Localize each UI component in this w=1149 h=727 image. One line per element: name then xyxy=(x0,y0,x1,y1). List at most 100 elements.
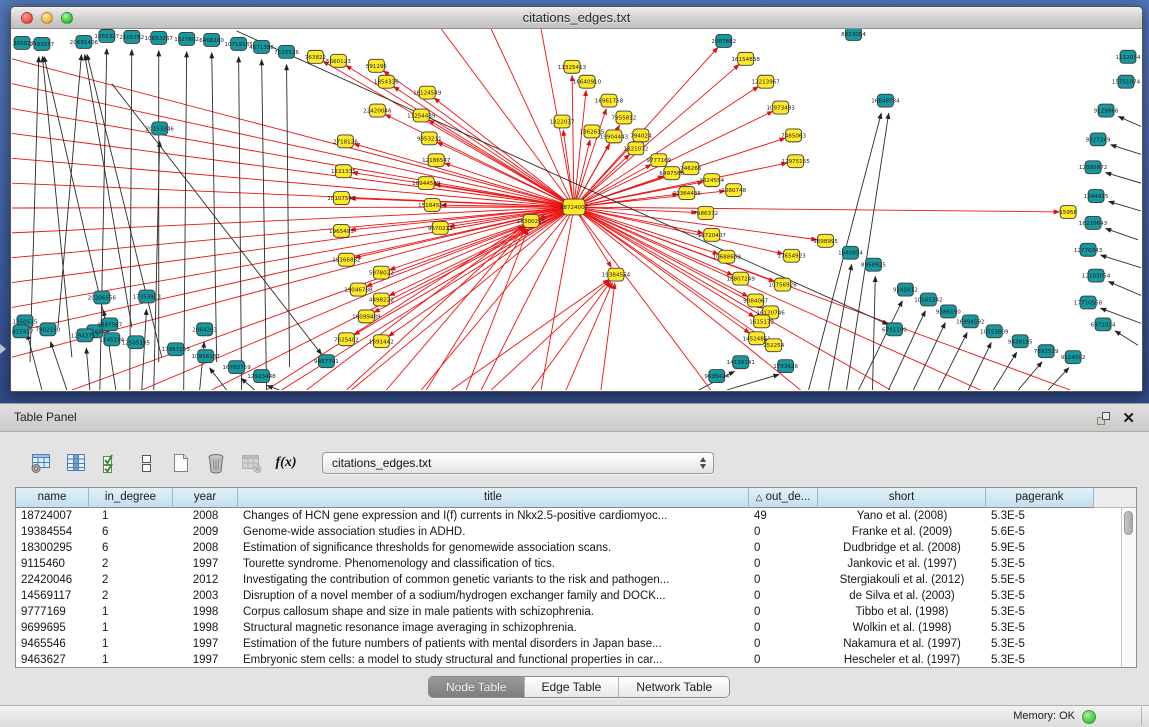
graph-node-17353913[interactable]: 17353913 xyxy=(133,290,162,303)
table-cell[interactable]: 1 xyxy=(89,604,173,620)
table-cell[interactable]: 1997 xyxy=(173,652,238,668)
citation-edge-black[interactable] xyxy=(1018,362,1042,390)
graph-node-16961758[interactable]: 16961758 xyxy=(595,94,624,107)
table-row[interactable]: 977716911998Corpus callosum shape and si… xyxy=(16,604,1136,620)
citation-edge-black[interactable] xyxy=(1111,145,1141,154)
citation-edge-red[interactable] xyxy=(12,207,574,258)
graph-node-9124502[interactable]: 9124502 xyxy=(1061,351,1086,364)
citation-edge-black[interactable] xyxy=(1119,117,1141,127)
citation-edge-black[interactable] xyxy=(51,342,67,390)
graph-node-1640954[interactable]: 1640954 xyxy=(838,246,863,259)
graph-node-17710558[interactable]: 17710558 xyxy=(1074,296,1103,309)
graph-node-21364436[interactable]: 21364436 xyxy=(673,187,702,200)
graph-node-9438195[interactable]: 9438195 xyxy=(1008,335,1033,348)
table-cell[interactable]: 1998 xyxy=(173,620,238,636)
table-cell[interactable]: 1998 xyxy=(173,604,238,620)
show-columns-button[interactable] xyxy=(63,450,89,476)
table-cell[interactable]: 1 xyxy=(89,636,173,652)
table-row[interactable]: 1830029562008Estimation of significance … xyxy=(16,540,1136,556)
citation-edge-black[interactable] xyxy=(968,343,991,390)
graph-node-1854336[interactable]: 1854336 xyxy=(374,75,399,88)
graph-node-10958187[interactable]: 10958187 xyxy=(191,350,220,363)
graph-node-2493557[interactable]: 2493557 xyxy=(30,37,55,50)
column-header-short[interactable]: short xyxy=(818,488,986,508)
function-builder-button[interactable]: f(x) xyxy=(273,450,299,476)
graph-node-16648784[interactable]: 16648784 xyxy=(871,94,900,107)
table-cell[interactable]: 2012 xyxy=(173,572,238,588)
citation-edge-red[interactable] xyxy=(12,207,574,283)
table-cell[interactable]: 5.3E-5 xyxy=(986,508,1094,524)
column-header-out_de[interactable]: △out_de... xyxy=(749,488,818,508)
graph-node-2718126[interactable]: 2718126 xyxy=(333,135,358,148)
graph-node-16640910[interactable]: 16640910 xyxy=(573,75,602,88)
tab-node-table[interactable]: Node Table xyxy=(429,677,525,697)
graph-node-746266[interactable]: 746266 xyxy=(680,162,702,175)
table-cell[interactable]: 9699695 xyxy=(16,620,89,636)
tab-network-table[interactable]: Network Table xyxy=(619,677,729,697)
citation-edge-red[interactable] xyxy=(574,207,1059,212)
citation-edge-red[interactable] xyxy=(306,226,523,390)
table-cell[interactable]: 2008 xyxy=(173,540,238,556)
graph-node-11254439[interactable]: 11254439 xyxy=(407,109,436,122)
delete-table-button[interactable] xyxy=(238,450,264,476)
table-cell[interactable]: 14569117 xyxy=(16,588,89,604)
table-cell[interactable]: 22420046 xyxy=(16,572,89,588)
table-cell[interactable]: 0 xyxy=(749,620,818,636)
graph-node-16994592[interactable]: 16994592 xyxy=(956,315,984,328)
minimize-window-button[interactable] xyxy=(41,12,53,24)
citation-edge-red[interactable] xyxy=(541,207,574,390)
table-row[interactable]: 911546021997Tourette syndrome. Phenomeno… xyxy=(16,556,1136,572)
graph-node-591295[interactable]: 591295 xyxy=(366,59,388,72)
window-titlebar[interactable]: citations_edges.txt xyxy=(11,7,1142,29)
citation-edge-black[interactable] xyxy=(287,65,290,367)
citation-edge-black[interactable] xyxy=(27,334,42,390)
citation-edge-black[interactable] xyxy=(829,265,852,390)
graph-node-1322037[interactable]: 1322037 xyxy=(550,115,575,128)
graph-node-4671358[interactable]: 4671358 xyxy=(249,40,274,53)
graph-node-7485063[interactable]: 7485063 xyxy=(781,129,806,142)
table-cell[interactable]: 5.3E-5 xyxy=(986,636,1094,652)
table-cell[interactable]: 2009 xyxy=(173,524,238,540)
citation-edge-black[interactable] xyxy=(727,375,779,390)
close-panel-icon[interactable]: ✕ xyxy=(1122,412,1135,425)
graph-node-14136141[interactable]: 14136141 xyxy=(727,356,756,369)
citation-edge-red[interactable] xyxy=(574,207,611,267)
table-cell[interactable]: Wolkin et al. (1998) xyxy=(818,620,986,636)
table-mode-button[interactable] xyxy=(28,450,54,476)
zoom-window-button[interactable] xyxy=(61,12,73,24)
table-cell[interactable]: 18724007 xyxy=(16,508,89,524)
citation-edge-black[interactable] xyxy=(872,277,875,390)
citation-edge-black[interactable] xyxy=(1101,255,1141,267)
table-cell[interactable]: 5.3E-5 xyxy=(986,620,1094,636)
graph-node-12213967[interactable]: 12213967 xyxy=(751,75,780,88)
table-cell[interactable]: 0 xyxy=(749,604,818,620)
graph-node-1112054[interactable]: 1112054 xyxy=(1116,50,1141,63)
table-cell[interactable]: Changes of HCN gene expression and I(f) … xyxy=(238,508,749,524)
graph-node-1527602[interactable]: 1527602 xyxy=(174,32,199,45)
citation-edge-black[interactable] xyxy=(241,378,254,390)
citation-edge-red[interactable] xyxy=(12,207,574,208)
graph-node-2064203[interactable]: 2064203 xyxy=(192,323,217,336)
table-row[interactable]: 1938455462009Genome-wide association stu… xyxy=(16,524,1136,540)
panel-collapse-arrow-icon[interactable] xyxy=(0,344,6,354)
column-header-name[interactable]: name xyxy=(16,488,89,508)
table-cell[interactable]: Nakamura et al. (1997) xyxy=(818,636,986,652)
graph-node-18724007[interactable]: 18724007 xyxy=(560,199,589,215)
table-cell[interactable]: 5.6E-5 xyxy=(986,524,1094,540)
close-window-button[interactable] xyxy=(21,12,33,24)
clear-selection-button[interactable] xyxy=(133,450,159,476)
table-cell[interactable]: 9463627 xyxy=(16,652,89,668)
graph-node-1965491[interactable]: 1965491 xyxy=(329,224,354,237)
scrollbar-thumb[interactable] xyxy=(1124,511,1133,535)
citation-edge-red[interactable] xyxy=(531,282,611,390)
delete-column-button[interactable] xyxy=(203,450,229,476)
graph-node-11325413[interactable]: 11325413 xyxy=(558,60,587,73)
table-cell[interactable]: 0 xyxy=(749,556,818,572)
table-cell[interactable]: Corpus callosum shape and size in male p… xyxy=(238,604,749,620)
table-cell[interactable]: 5.5E-5 xyxy=(986,572,1094,588)
table-cell[interactable]: 6 xyxy=(89,524,173,540)
citation-edge-red[interactable] xyxy=(12,133,574,207)
table-cell[interactable]: 5.9E-5 xyxy=(986,540,1094,556)
table-row[interactable]: 1456911722003Disruption of a novel membe… xyxy=(16,588,1136,604)
table-cell[interactable]: Franke et al. (2009) xyxy=(818,524,986,540)
